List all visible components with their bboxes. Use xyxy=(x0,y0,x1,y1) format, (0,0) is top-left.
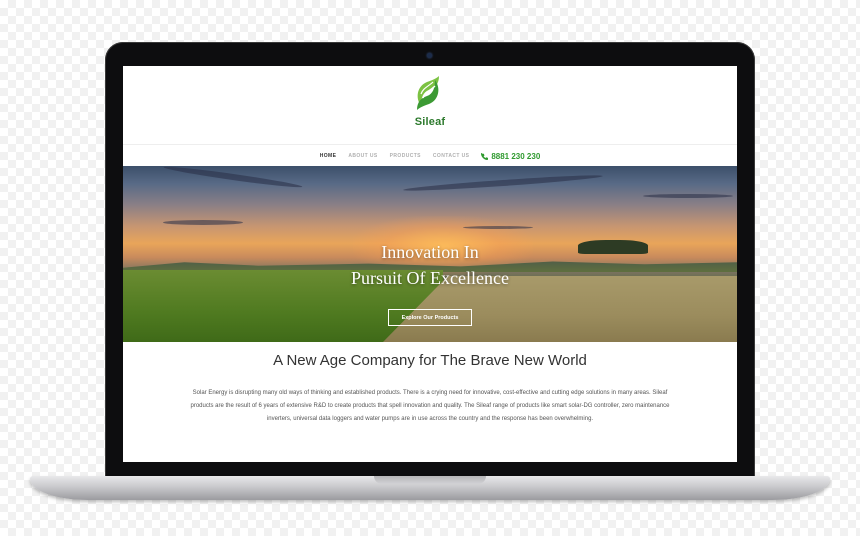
cloud xyxy=(403,173,603,193)
site-header: Sileaf xyxy=(123,66,737,144)
explore-products-button[interactable]: Explore Our Products xyxy=(388,309,472,326)
phone-icon xyxy=(481,152,489,160)
phone-number: 8881 230 230 xyxy=(491,151,541,161)
hero-title-line-1: Innovation In xyxy=(381,242,479,262)
laptop-opening-notch xyxy=(374,476,486,484)
cloud xyxy=(463,226,533,229)
nav-item-products[interactable]: PRODUCTS xyxy=(390,153,421,159)
laptop-screen: Sileaf HOME ABOUT US PRODUCTS CONTACT US… xyxy=(123,66,737,462)
nav-item-home[interactable]: HOME xyxy=(320,153,337,159)
cloud xyxy=(643,194,733,198)
brand-name[interactable]: Sileaf xyxy=(123,116,737,128)
main-nav: HOME ABOUT US PRODUCTS CONTACT US 8881 2… xyxy=(123,144,737,167)
nav-item-contact-us[interactable]: CONTACT US xyxy=(433,153,469,159)
nav-phone[interactable]: 8881 230 230 xyxy=(481,152,540,161)
intro-title: A New Age Company for The Brave New Worl… xyxy=(273,352,587,369)
hero-title-line-2: Pursuit Of Excellence xyxy=(351,268,509,288)
laptop-base xyxy=(30,476,830,500)
cloud xyxy=(163,166,303,190)
leaf-swirl-logo-icon[interactable] xyxy=(413,76,443,110)
laptop-lid: Sileaf HOME ABOUT US PRODUCTS CONTACT US… xyxy=(105,42,755,480)
cloud xyxy=(163,220,243,225)
intro-section: A New Age Company for The Brave New Worl… xyxy=(123,342,737,462)
intro-body: Solar Energy is disrupting many old ways… xyxy=(190,390,670,422)
nav-item-about-us[interactable]: ABOUT US xyxy=(348,153,377,159)
webcam-icon xyxy=(427,53,432,58)
hero-banner: Innovation In Pursuit Of Excellence Expl… xyxy=(123,166,737,342)
hero-title: Innovation In Pursuit Of Excellence xyxy=(123,239,737,291)
